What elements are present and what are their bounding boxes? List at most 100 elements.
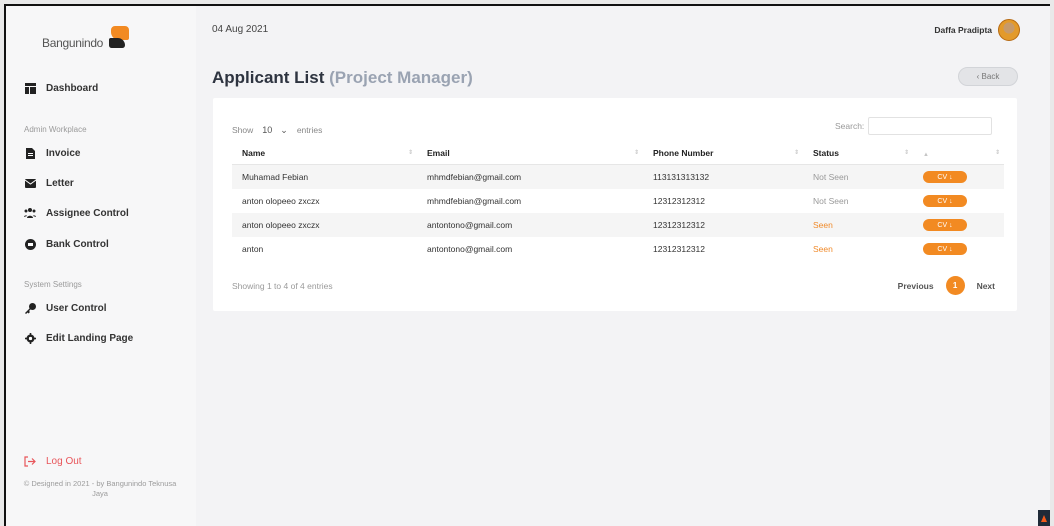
section-admin-workplace: Admin Workplace xyxy=(24,125,87,134)
page-title: Applicant List (Project Manager) xyxy=(212,68,473,88)
logout-label: Log Out xyxy=(46,455,82,467)
show-label: Show xyxy=(232,125,254,135)
table-row: anton olopeeo zxczx mhmdfebian@gmail.com… xyxy=(232,189,1004,213)
column-header-phone[interactable]: Phone Number ⇕ xyxy=(643,142,803,165)
cell-email: antontono@gmail.com xyxy=(427,244,513,254)
sidebar-item-assignee-control[interactable]: Assignee Control xyxy=(24,207,129,219)
next-button[interactable]: Next xyxy=(977,281,995,291)
cell-phone: 12312312312 xyxy=(643,213,803,237)
logout-icon xyxy=(24,455,36,467)
cell-status: Not Seen xyxy=(803,164,913,189)
cell-phone: 12312312312 xyxy=(653,244,706,254)
back-button[interactable]: ‹ Back xyxy=(958,67,1018,86)
sidebar-item-label: User Control xyxy=(46,302,107,314)
cell-email: mhmdfebian@gmail.com xyxy=(417,164,643,189)
dashboard-icon xyxy=(24,82,36,94)
sidebar-item-label: Invoice xyxy=(46,147,81,159)
entries-label: entries xyxy=(296,125,323,135)
sidebar-item-edit-landing-page[interactable]: Edit Landing Page xyxy=(24,332,133,344)
applicant-table: Name ⇕ Email ⇕ Phone Number ⇕ Status ⇕ ▲ ⇕ Mu… xyxy=(232,142,1004,261)
sidebar-item-letter[interactable]: Letter xyxy=(24,177,74,189)
column-header-cv[interactable]: ▲ ⇕ xyxy=(913,142,1004,165)
sort-icon: ⇕ xyxy=(633,150,639,156)
pagination: Previous 1 Next xyxy=(898,276,995,295)
cell-name: Muhamad Febian xyxy=(232,164,417,189)
cell-name: anton xyxy=(242,244,264,254)
cell-status: Seen xyxy=(813,244,833,254)
chevron-down-icon: ⌄ xyxy=(280,124,288,135)
cell-phone: 113131313132 xyxy=(643,164,803,189)
sidebar-item-label: Letter xyxy=(46,177,74,189)
page-title-role: (Project Manager) xyxy=(329,68,473,87)
cell-status: Seen xyxy=(803,213,913,237)
user-name: Daffa Pradipta xyxy=(934,25,992,35)
search-label: Search: xyxy=(835,121,865,131)
sort-asc-icon: ▲ xyxy=(923,152,929,158)
logout-button[interactable]: Log Out xyxy=(24,455,82,467)
entries-length-control: Show 10 ⌄ entries xyxy=(232,123,322,137)
sidebar-item-invoice[interactable]: Invoice xyxy=(24,147,80,159)
table-row: anton antontono@gmail.com 12312312312 Se… xyxy=(232,237,1004,261)
cell-email: mhmdfebian@gmail.com xyxy=(427,196,522,206)
cell-name: anton olopeeo zxczx xyxy=(242,196,320,206)
cell-cv: CV ↓ xyxy=(913,237,1004,261)
gear-icon xyxy=(24,332,36,344)
column-label: Phone Number xyxy=(653,148,714,158)
page-title-main: Applicant List xyxy=(212,68,325,87)
table-info: Showing 1 to 4 of 4 entries xyxy=(232,281,333,291)
sort-icon: ⇕ xyxy=(407,150,413,156)
copyright-text: © Designed in 2021 - by Bangunindo Teknu… xyxy=(23,479,177,498)
avatar xyxy=(998,19,1020,41)
key-icon xyxy=(24,302,36,314)
applicant-table-card: Show 10 ⌄ entries Search: Name ⇕ Email ⇕ P… xyxy=(213,98,1017,311)
cv-download-button[interactable]: CV ↓ xyxy=(923,219,967,232)
sort-icon: ⇕ xyxy=(994,150,1000,156)
app-window: Bangunindo Dashboard Admin Workplace Inv… xyxy=(4,4,1050,526)
file-icon xyxy=(24,147,36,159)
entries-select[interactable]: 10 ⌄ xyxy=(258,123,292,137)
search-control: Search: xyxy=(835,117,993,135)
brand-mark-icon xyxy=(107,26,130,50)
cell-cv: CV ↓ xyxy=(913,189,1004,213)
cv-download-button[interactable]: CV ↓ xyxy=(923,243,967,256)
table-header-row: Name ⇕ Email ⇕ Phone Number ⇕ Status ⇕ ▲ ⇕ xyxy=(232,142,1004,165)
sidebar-item-label: Bank Control xyxy=(46,238,109,250)
sidebar-item-label: Assignee Control xyxy=(46,207,129,219)
search-input[interactable] xyxy=(868,117,993,135)
section-system-settings: System Settings xyxy=(24,280,82,289)
cv-download-button[interactable]: CV ↓ xyxy=(923,195,967,208)
table-row: anton olopeeo zxczx antontono@gmail.com … xyxy=(232,213,1004,237)
column-header-name[interactable]: Name ⇕ xyxy=(232,142,417,165)
previous-button[interactable]: Previous xyxy=(898,281,934,291)
brand-logo[interactable]: Bangunindo xyxy=(42,26,130,50)
envelope-icon xyxy=(24,177,36,189)
users-icon xyxy=(24,207,36,219)
sidebar-item-label: Dashboard xyxy=(46,82,99,94)
cell-email: antontono@gmail.com xyxy=(417,213,643,237)
page-button-current[interactable]: 1 xyxy=(945,276,965,295)
brand-name: Bangunindo xyxy=(42,36,104,50)
corner-app-icon[interactable] xyxy=(1038,510,1050,526)
cv-download-button[interactable]: CV ↓ xyxy=(923,171,967,184)
current-date: 04 Aug 2021 xyxy=(212,24,269,35)
user-menu[interactable]: Daffa Pradipta xyxy=(934,19,1020,41)
column-label: Status xyxy=(813,148,839,158)
sort-icon: ⇕ xyxy=(793,150,799,156)
cell-name: anton olopeeo zxczx xyxy=(232,213,417,237)
cell-phone: 12312312312 xyxy=(653,196,706,206)
sidebar-item-label: Edit Landing Page xyxy=(46,332,134,344)
cell-cv: CV ↓ xyxy=(913,164,1004,189)
sidebar-item-bank-control[interactable]: Bank Control xyxy=(24,238,109,250)
column-header-email[interactable]: Email ⇕ xyxy=(417,142,643,165)
table-row: Muhamad Febian mhmdfebian@gmail.com 1131… xyxy=(232,164,1004,189)
sidebar-item-dashboard[interactable]: Dashboard xyxy=(24,82,98,94)
circle-icon xyxy=(24,238,36,250)
cell-status: Not Seen xyxy=(813,196,849,206)
sort-icon: ⇕ xyxy=(903,150,909,156)
column-label: Email xyxy=(427,148,450,158)
cell-cv: CV ↓ xyxy=(913,213,1004,237)
sidebar: Bangunindo Dashboard Admin Workplace Inv… xyxy=(6,6,196,526)
column-header-status[interactable]: Status ⇕ xyxy=(803,142,913,165)
sidebar-item-user-control[interactable]: User Control xyxy=(24,302,107,314)
entries-value: 10 xyxy=(262,125,273,135)
